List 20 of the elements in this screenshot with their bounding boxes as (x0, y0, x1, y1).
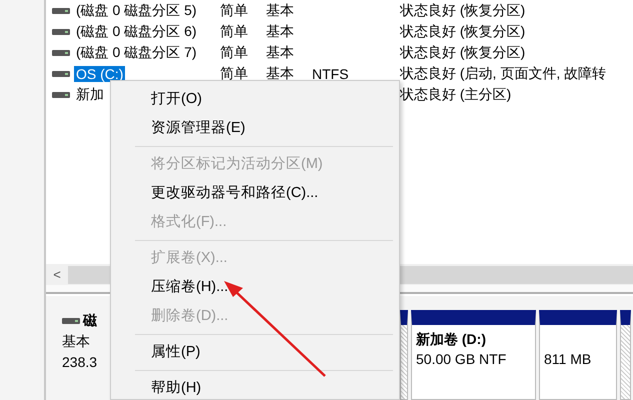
type-cell: 基本 (266, 64, 294, 80)
disk-type: 基本 (62, 332, 91, 351)
type-cell: 基本 (266, 44, 294, 60)
partition-detail: 811 MB (544, 350, 592, 369)
status-cell: 状态良好 (恢复分区) (400, 2, 526, 20)
partition-title: 新加卷 (D:) (416, 330, 487, 349)
layout-cell: 简单 (220, 64, 248, 80)
status-cell: 状态良好 (主分区) (400, 86, 512, 104)
disk-title: 磁 (83, 311, 97, 330)
type-cell: 基本 (266, 2, 294, 18)
status-cell: 状态良好 (恢复分区) (400, 22, 526, 40)
layout-cell: 简单 (220, 2, 248, 18)
layout-cell: 简单 (220, 44, 248, 60)
status-cell: 状态良好 (恢复分区) (400, 44, 526, 62)
disk-size: 238.3 (62, 353, 98, 372)
type-cell: 基本 (266, 22, 294, 38)
file-system-cell: NTFS (312, 66, 349, 82)
layout-cell: 简单 (220, 22, 248, 38)
partition-detail: 50.00 GB NTF (416, 350, 508, 369)
status-cell: 状态良好 (启动, 页面文件, 故障转 (400, 64, 606, 82)
